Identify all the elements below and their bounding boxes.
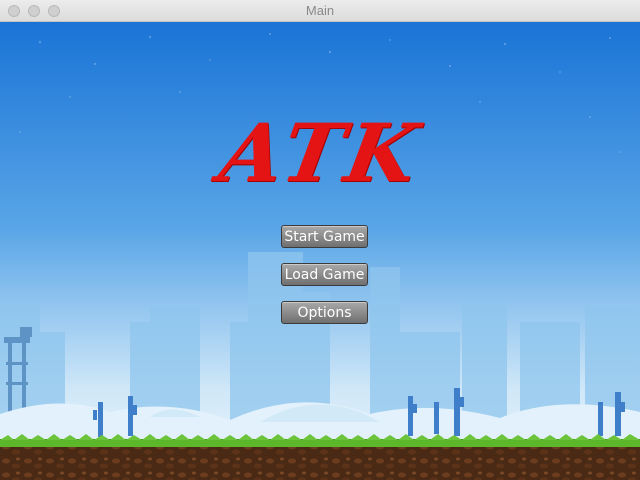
soil	[0, 447, 640, 480]
game-logo: ATK	[213, 106, 429, 200]
window-title: Main	[305, 3, 335, 18]
start-game-button[interactable]: Start Game	[281, 225, 368, 248]
background-art	[0, 22, 640, 480]
grass-strip	[0, 440, 640, 448]
game-scene: ATK Start Game Load Game Options	[0, 22, 640, 480]
game-window: Main ATK Start Game Load Game Options	[0, 0, 640, 480]
title-bar: Main	[0, 0, 640, 22]
load-game-button[interactable]: Load Game	[281, 263, 368, 286]
options-button[interactable]: Options	[281, 301, 368, 324]
